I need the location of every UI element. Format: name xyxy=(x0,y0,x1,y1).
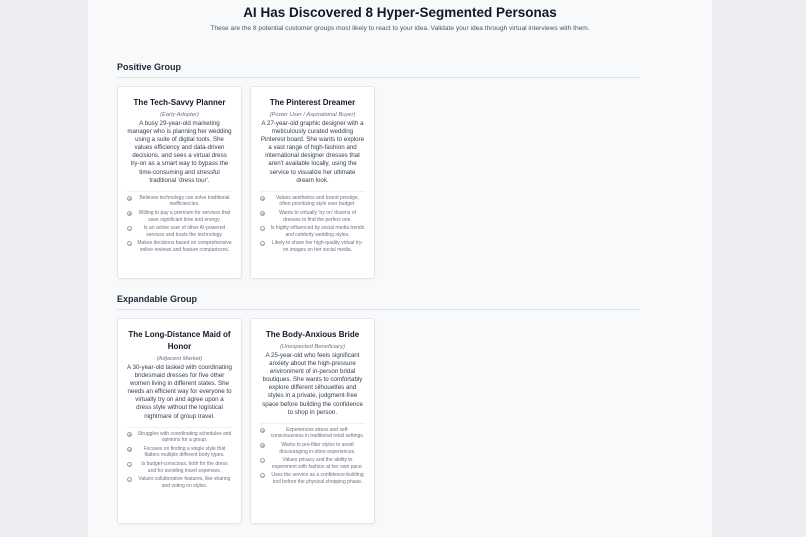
persona-point-text: Likely to share her high-quality virtual… xyxy=(271,240,364,253)
persona-tag: (Early Adopter) xyxy=(160,112,199,118)
persona-point: Wants to pre-filter styles to avoid disc… xyxy=(260,442,365,455)
check-circle-icon xyxy=(127,431,132,437)
persona-point-text: Values aesthetics and brand prestige, of… xyxy=(275,194,360,208)
persona-point-text: Makes decisions based on comprehensive o… xyxy=(137,240,232,253)
card-divider xyxy=(260,190,365,192)
persona-point-text: Wants to pre-filter styles to avoid disc… xyxy=(279,441,356,455)
persona-point-text: Focuses on finding a single style that f… xyxy=(143,445,226,459)
check-circle-icon xyxy=(127,226,132,232)
persona-point-text: Values privacy and the ability to experi… xyxy=(272,457,363,470)
persona-description: A 25-year-old who feels significant anxi… xyxy=(262,352,363,416)
persona-point: Struggles with coordinating schedules an… xyxy=(127,431,232,444)
section-header-positive-group: Positive Group xyxy=(117,62,640,78)
check-circle-icon xyxy=(260,458,265,464)
persona-point-text: Struggles with coordinating schedules an… xyxy=(137,430,232,444)
persona-card-body-anxious-bride[interactable]: The Body-Anxious Bride (Unexpected Benef… xyxy=(250,318,375,524)
check-circle-icon xyxy=(127,210,132,216)
persona-point: Values aesthetics and brand prestige, of… xyxy=(260,195,365,208)
persona-point: Uses the service as a confidence-buildin… xyxy=(260,472,365,485)
persona-point: Focuses on finding a single style that f… xyxy=(127,446,232,459)
persona-point: Experiences stress and self-consciousnes… xyxy=(260,427,365,440)
persona-point-text: Willing to pay a premium for services th… xyxy=(138,209,231,223)
card-divider xyxy=(127,426,232,428)
persona-point: Is highly influenced by social media tre… xyxy=(260,225,365,238)
persona-point-text: Wants to virtually 'try on' dozens of dr… xyxy=(279,209,356,223)
page-subtitle: These are the 8 potential customer group… xyxy=(210,25,590,32)
persona-name: The Long-Distance Maid of Honor xyxy=(128,330,231,351)
persona-tag: (Power User / Aspirational Buyer) xyxy=(269,112,356,118)
persona-point: Believes technology can solve traditiona… xyxy=(127,195,232,208)
persona-card-pinterest-dreamer[interactable]: The Pinterest Dreamer (Power User / Aspi… xyxy=(250,86,375,279)
persona-description: A 27-year-old graphic designer with a me… xyxy=(260,120,365,184)
persona-point-text: Is an active user of other AI-powered se… xyxy=(143,225,226,238)
card-divider xyxy=(260,422,365,424)
check-circle-icon xyxy=(127,241,132,247)
persona-name: The Pinterest Dreamer xyxy=(269,98,356,107)
persona-tag: (Unexpected Beneficiary) xyxy=(279,344,346,350)
check-circle-icon xyxy=(260,226,265,232)
check-circle-icon xyxy=(260,195,265,201)
persona-point: Makes decisions based on comprehensive o… xyxy=(127,240,232,253)
persona-name: The Tech-Savvy Planner xyxy=(133,98,226,107)
persona-point-text: Experiences stress and self-consciousnes… xyxy=(270,426,365,440)
check-circle-icon xyxy=(127,477,132,483)
check-circle-icon xyxy=(260,442,265,448)
check-circle-icon xyxy=(127,462,132,468)
check-circle-icon xyxy=(260,210,265,216)
persona-tag: (Adjacent Market) xyxy=(156,356,203,362)
persona-point: Is budget-conscious, both for the dress … xyxy=(127,461,232,474)
persona-point: Values privacy and the ability to experi… xyxy=(260,457,365,470)
section-header-expandable-group: Expandable Group xyxy=(117,294,640,310)
persona-point: Is an active user of other AI-powered se… xyxy=(127,225,232,238)
persona-point: Values collaborative features, like shar… xyxy=(127,476,232,489)
persona-point: Willing to pay a premium for services th… xyxy=(127,210,232,223)
persona-description: A 30-year-old tasked with coordinating b… xyxy=(127,364,232,420)
persona-description: A busy 29-year-old marketing manager who… xyxy=(127,120,232,184)
persona-point: Likely to share her high-quality virtual… xyxy=(260,240,365,253)
persona-point-text: Is budget-conscious, both for the dress … xyxy=(141,461,228,474)
page-title: AI Has Discovered 8 Hyper-Segmented Pers… xyxy=(243,5,557,20)
check-circle-icon xyxy=(260,473,265,479)
card-divider xyxy=(127,190,232,192)
personas-page: AI Has Discovered 8 Hyper-Segmented Pers… xyxy=(88,0,712,537)
persona-name: The Body-Anxious Bride xyxy=(265,330,360,339)
persona-point-text: Believes technology can solve traditiona… xyxy=(139,194,230,208)
persona-point: Wants to virtually 'try on' dozens of dr… xyxy=(260,210,365,223)
persona-card-tech-savvy-planner[interactable]: The Tech-Savvy Planner (Early Adopter) A… xyxy=(117,86,242,279)
check-circle-icon xyxy=(260,241,265,247)
persona-point-text: Values collaborative features, like shar… xyxy=(138,476,231,489)
persona-point-text: Is highly influenced by social media tre… xyxy=(270,225,365,238)
check-circle-icon xyxy=(260,427,265,433)
check-circle-icon xyxy=(127,446,132,452)
persona-card-long-distance-maid-of-honor[interactable]: The Long-Distance Maid of Honor (Adjacen… xyxy=(117,318,242,524)
persona-point-text: Uses the service as a confidence-buildin… xyxy=(271,472,364,485)
check-circle-icon xyxy=(127,195,132,201)
